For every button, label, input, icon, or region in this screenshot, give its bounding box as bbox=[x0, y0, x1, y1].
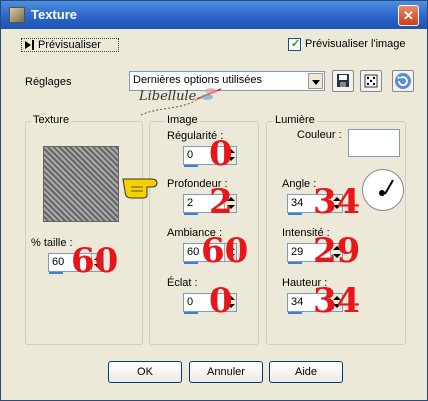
ambiance-value: 60 bbox=[187, 246, 200, 258]
texture-dialog: Texture ✕ Prévisualiser ✓ Prévisualiser … bbox=[0, 0, 428, 401]
angle-value: 34 bbox=[291, 197, 304, 209]
regularity-value: 0 bbox=[187, 149, 194, 161]
chevron-down-icon[interactable] bbox=[308, 73, 323, 89]
angle-dial[interactable] bbox=[362, 169, 404, 211]
image-group-label: Image bbox=[165, 114, 200, 126]
check-icon: ✓ bbox=[291, 38, 301, 50]
window-title: Texture bbox=[31, 7, 77, 22]
eclat-value: 0 bbox=[187, 296, 194, 308]
depth-annotation: 2 bbox=[209, 182, 233, 222]
size-value: 60 bbox=[52, 256, 65, 268]
dice-icon bbox=[364, 74, 378, 88]
bar-icon bbox=[32, 40, 34, 50]
light-color-swatch[interactable] bbox=[348, 129, 400, 157]
size-slider[interactable] bbox=[49, 272, 63, 274]
eclat-label: Éclat : bbox=[167, 277, 198, 289]
dial-needle bbox=[384, 179, 394, 195]
preview-image-label: Prévisualiser l'image bbox=[305, 38, 406, 50]
play-arrow-icon bbox=[25, 41, 31, 49]
texture-app-icon bbox=[9, 7, 25, 23]
ambiance-slider[interactable] bbox=[184, 262, 198, 264]
depth-value: 2 bbox=[187, 197, 194, 209]
logo-text: Libellule bbox=[139, 89, 197, 104]
dial-knob bbox=[379, 190, 385, 196]
intensity-slider[interactable] bbox=[288, 262, 302, 264]
angle-slider[interactable] bbox=[288, 213, 302, 215]
title-bar: Texture ✕ bbox=[1, 1, 427, 29]
preview-toggle-button[interactable]: Prévisualiser bbox=[21, 38, 119, 52]
height-slider[interactable] bbox=[288, 312, 302, 314]
close-button[interactable]: ✕ bbox=[398, 5, 419, 26]
texture-group-label: Texture bbox=[31, 114, 72, 126]
size-annotation: 60 bbox=[71, 241, 119, 281]
regularity-slider[interactable] bbox=[184, 165, 198, 167]
preview-image-checkbox[interactable]: ✓ bbox=[288, 38, 301, 51]
reset-icon bbox=[395, 73, 411, 89]
save-preset-button[interactable] bbox=[332, 70, 354, 92]
help-button[interactable]: Aide bbox=[269, 361, 343, 383]
texture-swatch[interactable] bbox=[43, 146, 119, 222]
floppy-disk-icon bbox=[337, 74, 349, 87]
color-label: Couleur : bbox=[297, 129, 342, 141]
ok-button[interactable]: OK bbox=[108, 361, 182, 383]
light-group-label: Lumière bbox=[273, 114, 317, 126]
cancel-button[interactable]: Annuler bbox=[189, 361, 263, 383]
angle-label: Angle : bbox=[282, 178, 317, 190]
regularity-annotation: 0 bbox=[209, 134, 233, 174]
height-annotation: 34 bbox=[313, 281, 361, 321]
size-label: % taille : bbox=[31, 237, 73, 249]
close-icon: ✕ bbox=[403, 8, 414, 23]
settings-label: Réglages bbox=[25, 76, 72, 88]
intensity-value: 29 bbox=[291, 246, 304, 258]
eclat-slider[interactable] bbox=[184, 312, 198, 314]
depth-slider[interactable] bbox=[184, 213, 198, 215]
random-preset-button[interactable] bbox=[360, 70, 382, 92]
height-value: 34 bbox=[291, 296, 304, 308]
pointing-hand-icon bbox=[122, 178, 158, 199]
ambiance-annotation: 60 bbox=[201, 231, 249, 271]
intensity-annotation: 29 bbox=[313, 231, 361, 271]
eclat-annotation: 0 bbox=[209, 281, 233, 321]
angle-annotation: 34 bbox=[313, 182, 361, 222]
preview-button-label: Prévisualiser bbox=[38, 39, 101, 51]
reset-preset-button[interactable] bbox=[392, 70, 414, 92]
